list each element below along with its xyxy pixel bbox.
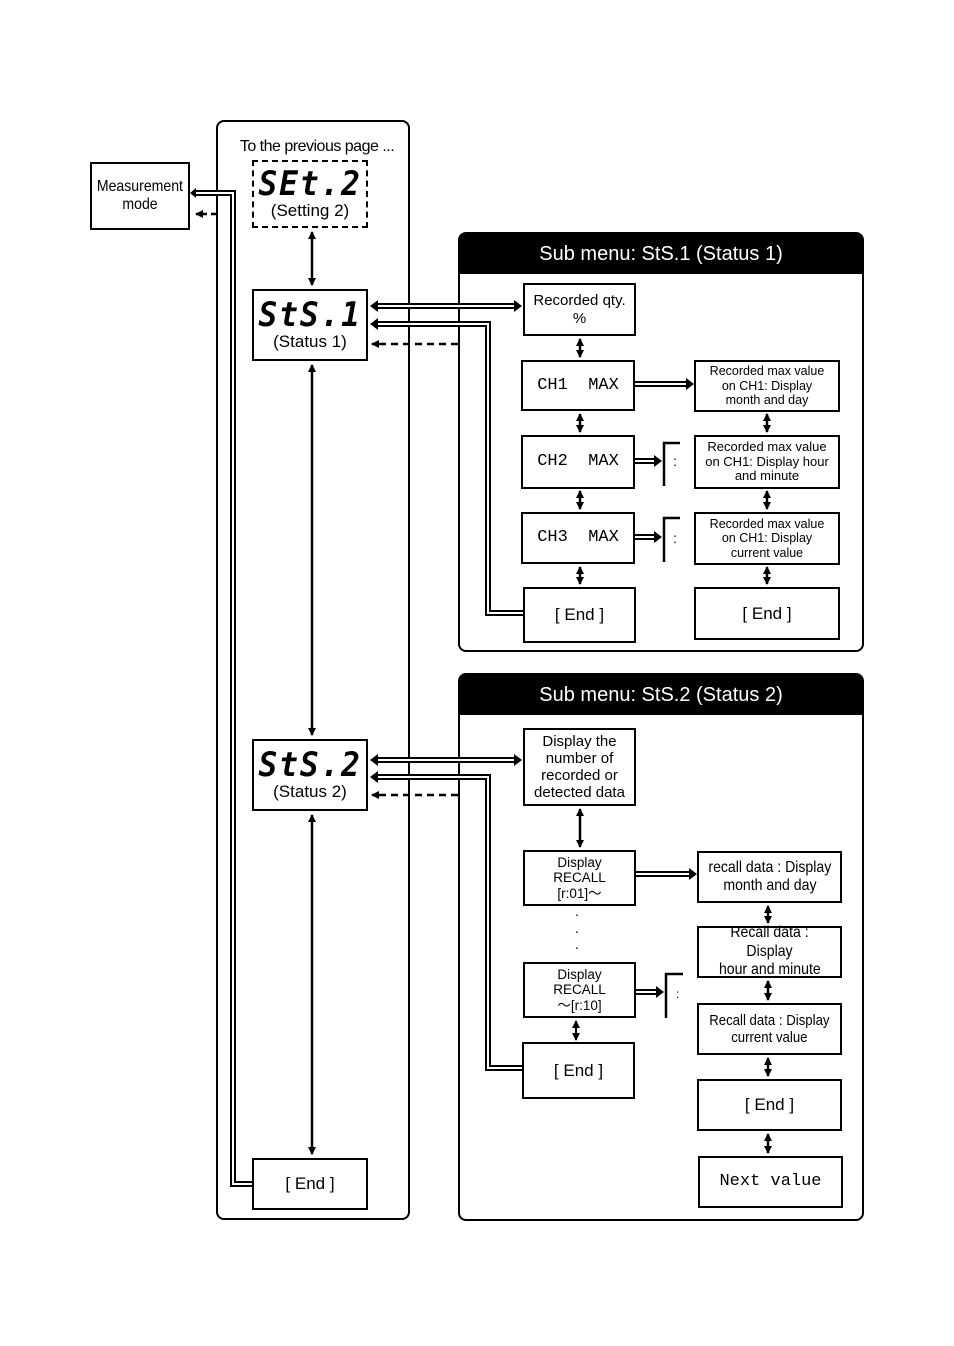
ch1-month-day-box[interactable]: Recorded max value on CH1: Display month… <box>694 360 840 412</box>
ch3-max-box[interactable]: CH3 MAX <box>521 512 635 564</box>
recall-last-line1: Display <box>557 966 602 982</box>
recall-current-value-line2: current value <box>731 1029 808 1046</box>
main-end-box[interactable]: [ End ] <box>252 1158 368 1210</box>
ch3-ellipsis: : <box>673 530 677 546</box>
recall-first-line1: Display <box>557 854 602 870</box>
ch1-month-day-line1: Recorded max value <box>709 364 825 379</box>
previous-page-caption: To the previous page ... <box>239 138 395 155</box>
recall-first-box[interactable]: Display RECALL [r:01]〜 <box>523 850 636 906</box>
ch1-hour-minute-line3: and minute <box>734 468 800 484</box>
next-value-label: Next value <box>719 1172 822 1192</box>
measurement-mode-line1: Measurement <box>96 177 184 195</box>
display-number-box[interactable]: Display the number of recorded or detect… <box>523 728 636 806</box>
setting2-code: SEt.2 <box>258 164 362 205</box>
measurement-mode-box[interactable]: Measurement mode <box>90 162 190 230</box>
recall-month-day-line1: recall data : Display <box>708 858 831 876</box>
recall-last-box[interactable]: Display RECALL 〜[r:10] <box>523 962 636 1018</box>
recall-last-line3: 〜[r:10] <box>557 997 602 1013</box>
submenu1-end-right-label: [ End ] <box>742 603 792 623</box>
measurement-mode-line2: mode <box>122 196 158 213</box>
recorded-qty-line2: % <box>572 309 587 327</box>
ch1-month-day-line3: month and day <box>725 393 809 408</box>
ch1-current-value-line3: current value <box>730 545 804 560</box>
display-number-line2: number of <box>545 749 614 767</box>
ch1-month-day-line2: on CH1: Display <box>721 378 813 393</box>
recall-dots-3: . <box>575 936 579 952</box>
recall-hour-minute-box[interactable]: Recall data : Display hour and minute <box>697 924 842 979</box>
status2-code: StS.2 <box>258 745 362 786</box>
status1-code: StS.1 <box>258 295 362 336</box>
recall-hour-minute-line2: hour and minute <box>718 961 821 979</box>
submenu1-end-left-label: [ End ] <box>554 605 605 625</box>
submenu1-end-left-box[interactable]: [ End ] <box>523 587 636 643</box>
recall-last-ellipsis: : <box>676 987 680 1001</box>
main-end-label: [ End ] <box>285 1174 335 1194</box>
ch1-max-label: CH1 MAX <box>537 375 619 395</box>
ch2-ellipsis: : <box>673 453 677 469</box>
recall-current-value-box[interactable]: Recall data : Display current value <box>697 1003 842 1055</box>
recall-dots-1: . <box>575 903 579 919</box>
recall-dots-2: . <box>575 920 579 936</box>
submenu1-end-right-box[interactable]: [ End ] <box>694 587 840 640</box>
submenu2-end-right-box[interactable]: [ End ] <box>697 1079 842 1131</box>
ch2-max-label: CH2 MAX <box>537 452 619 472</box>
ch1-current-value-box[interactable]: Recorded max value on CH1: Display curre… <box>694 512 840 565</box>
submenu2-end-left-box[interactable]: [ End ] <box>522 1042 635 1099</box>
recall-first-line3: [r:01]〜 <box>557 885 602 901</box>
recall-current-value-line1: Recall data : Display <box>709 1011 830 1029</box>
submenu2-end-right-label: [ End ] <box>744 1095 795 1115</box>
status1-box[interactable]: StS.1 (Status 1) <box>252 289 368 361</box>
ch1-hour-minute-box[interactable]: Recorded max value on CH1: Display hour … <box>694 435 840 489</box>
recall-month-day-line2: month and day <box>722 877 817 894</box>
recall-first-line2: RECALL <box>553 870 606 886</box>
ch1-current-value-line1: Recorded max value <box>709 516 825 531</box>
submenu1-title: Sub menu: StS.1 (Status 1) <box>460 234 862 274</box>
next-value-box[interactable]: Next value <box>698 1156 843 1208</box>
setting2-box[interactable]: SEt.2 (Setting 2) <box>252 160 368 228</box>
ch2-max-box[interactable]: CH2 MAX <box>521 435 635 489</box>
ch3-max-label: CH3 MAX <box>537 528 619 548</box>
status2-box[interactable]: StS.2 (Status 2) <box>252 739 368 811</box>
submenu2-title: Sub menu: StS.2 (Status 2) <box>460 675 862 715</box>
display-number-line1: Display the <box>542 732 617 750</box>
recall-last-line2: RECALL <box>553 982 606 998</box>
display-number-line4: detected data <box>534 784 625 802</box>
ch1-current-value-line2: on CH1: Display <box>721 531 813 546</box>
recall-month-day-box[interactable]: recall data : Display month and day <box>697 851 842 903</box>
display-number-line3: recorded or <box>541 767 618 784</box>
recall-hour-minute-line1: Recall data : Display <box>730 924 809 960</box>
recorded-qty-box[interactable]: Recorded qty. % <box>523 283 636 336</box>
recorded-qty-line1: Recorded qty. <box>533 292 626 310</box>
submenu2-end-left-label: [ End ] <box>553 1060 604 1080</box>
ch1-hour-minute-line2: on CH1: Display hour <box>705 453 829 469</box>
main-menu-frame <box>216 120 410 1220</box>
ch1-max-box[interactable]: CH1 MAX <box>521 360 635 411</box>
ch1-hour-minute-line1: Recorded max value <box>707 438 827 454</box>
